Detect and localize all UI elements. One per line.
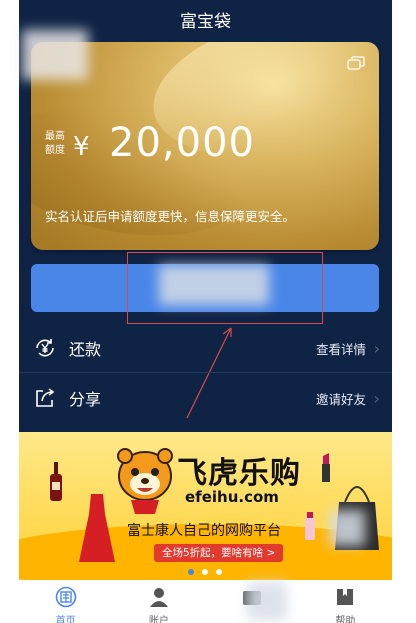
carousel-dot[interactable]: [216, 569, 222, 575]
blur-redaction: [329, 510, 365, 546]
share-row[interactable]: 分享 邀请好友 ›: [19, 374, 392, 422]
invite-friends-link[interactable]: 邀请好友: [316, 389, 366, 408]
home-icon: [55, 586, 76, 608]
tab-home[interactable]: 首页: [19, 580, 112, 623]
repay-label: 还款: [69, 340, 102, 359]
brand-name-en: efeihu.com: [185, 488, 279, 506]
carousel-dot[interactable]: [188, 569, 194, 575]
blur-redaction: [22, 30, 88, 80]
currency-symbol: ¥: [73, 132, 90, 162]
tiger-mascot-icon: [117, 448, 173, 514]
share-label: 分享: [69, 390, 102, 409]
share-icon: [36, 388, 55, 407]
highlight-annotation-box: [127, 252, 323, 324]
user-icon: [149, 588, 168, 607]
repay-row[interactable]: 还款 查看详情 ›: [19, 324, 392, 372]
banner-slogan: 富士康人自己的网购平台: [127, 523, 281, 539]
repay-details-link[interactable]: 查看详情: [316, 339, 366, 358]
promo-tag[interactable]: 全场5折起，要啥有啥 >: [154, 544, 284, 562]
copy-icon[interactable]: [347, 56, 365, 70]
credit-limit-amount: 20,000: [109, 120, 255, 166]
lipstick-icon: [322, 453, 330, 482]
brand-name-cn: 飞虎乐购: [177, 456, 301, 491]
tab-label: 首页: [55, 616, 76, 623]
promo-banner[interactable]: 飞虎乐购 efeihu.com 富士康人自己的网购平台 全场5折起，要啥有啥 >: [19, 432, 392, 580]
perfume-icon: [305, 512, 315, 540]
row-divider: [19, 372, 392, 373]
tab-label: 账户: [148, 616, 169, 623]
chevron-right-icon: ›: [373, 388, 380, 408]
page-title: 富宝袋: [180, 11, 231, 32]
red-dress-icon: [79, 494, 115, 562]
repay-icon: [36, 339, 54, 357]
tab-help[interactable]: 帮助: [299, 580, 392, 623]
card-note: 实名认证后申请额度更快，信息保障更安全。: [45, 209, 296, 224]
wine-bottle-icon: [50, 462, 62, 501]
limit-label: 最高额度: [45, 131, 65, 156]
help-book-icon: [337, 589, 354, 605]
carousel-dot[interactable]: [202, 569, 208, 575]
app-screen: 富宝袋 最高额度 ¥ 20,000 实名认证后申请额度更快，信息保障更安全。 还…: [19, 0, 392, 623]
bottom-tab-bar: 首页 账户 帮助: [19, 580, 392, 623]
tab-label: 帮助: [335, 616, 356, 623]
carousel-dots[interactable]: [188, 569, 222, 575]
tab-account[interactable]: 账户: [112, 580, 205, 623]
chevron-right-icon: ›: [373, 338, 380, 358]
blur-redaction: [247, 582, 287, 620]
